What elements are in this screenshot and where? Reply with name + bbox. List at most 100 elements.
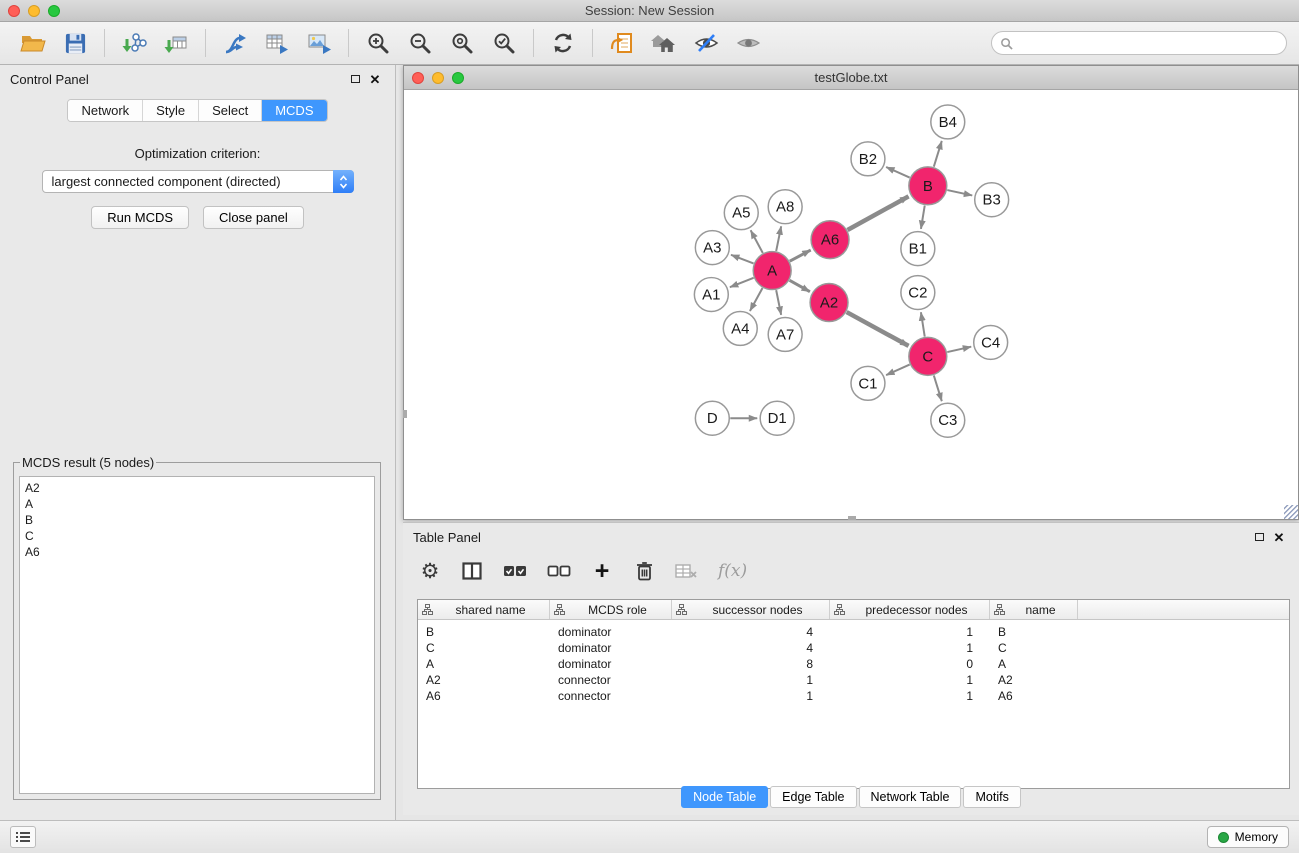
mcds-result-list[interactable]: A2ABCA6: [19, 476, 375, 794]
graph-node-A[interactable]: A: [753, 252, 791, 290]
graph-node-B1[interactable]: B1: [901, 232, 935, 266]
table-row[interactable]: Cdominator41C: [418, 640, 1289, 656]
table-row[interactable]: A6connector11A6: [418, 688, 1289, 704]
graph-edge-C-C2[interactable]: [921, 312, 925, 336]
new-network-button[interactable]: [216, 25, 254, 61]
resize-handle-left[interactable]: [403, 410, 407, 418]
close-panel-button[interactable]: ✕: [365, 70, 385, 88]
graph-node-C2[interactable]: C2: [901, 276, 935, 310]
open-documentation-button[interactable]: [603, 25, 641, 61]
graph-node-C3[interactable]: C3: [931, 403, 965, 437]
resize-handle-bottom[interactable]: [848, 516, 856, 520]
graph-node-B3[interactable]: B3: [975, 183, 1009, 217]
new-table-button[interactable]: [258, 25, 296, 61]
table-row[interactable]: Bdominator41B: [418, 624, 1289, 640]
graph-node-A1[interactable]: A1: [694, 278, 728, 312]
tab-style[interactable]: Style: [143, 100, 199, 121]
result-item[interactable]: B: [25, 512, 369, 528]
search-field[interactable]: [991, 31, 1287, 55]
graph-edge-A-A4[interactable]: [750, 288, 763, 311]
float-panel-button[interactable]: [345, 70, 365, 88]
deselect-all-columns-button[interactable]: [547, 565, 571, 578]
tab-network-table[interactable]: Network Table: [859, 786, 962, 808]
graph-node-A6[interactable]: A6: [811, 221, 849, 259]
graph-edge-B-B4[interactable]: [934, 141, 942, 167]
column-header-MCDS-role[interactable]: MCDS role: [550, 600, 672, 619]
zoom-fit-button[interactable]: [443, 25, 481, 61]
delete-row-button[interactable]: [633, 561, 655, 581]
graph-node-A8[interactable]: A8: [768, 190, 802, 224]
home-button[interactable]: [645, 25, 683, 61]
tab-mcds[interactable]: MCDS: [262, 100, 326, 121]
show-columns-button[interactable]: [461, 562, 483, 580]
column-header-predecessor-nodes[interactable]: predecessor nodes: [830, 600, 990, 619]
criterion-dropdown[interactable]: largest connected component (directed): [42, 170, 354, 193]
export-image-button[interactable]: [300, 25, 338, 61]
import-network-from-file-button[interactable]: [115, 25, 153, 61]
graph-edge-A-A1[interactable]: [730, 278, 754, 287]
network-graph[interactable]: B4B2BB3A8A5A6A3B1AC2A1A2A4A7C4CC1C3DD1: [404, 90, 1298, 519]
graph-node-C1[interactable]: C1: [851, 366, 885, 400]
graph-node-A7[interactable]: A7: [768, 317, 802, 351]
hide-graphics-details-button[interactable]: [729, 25, 767, 61]
graph-edge-B-B3[interactable]: [947, 190, 972, 195]
zoom-out-button[interactable]: [401, 25, 439, 61]
graph-edge-C-C3[interactable]: [934, 375, 942, 401]
result-item[interactable]: A6: [25, 544, 369, 560]
result-item[interactable]: A: [25, 496, 369, 512]
graph-edge-A-A6[interactable]: [790, 250, 811, 261]
tab-select[interactable]: Select: [199, 100, 262, 121]
graph-node-D[interactable]: D: [695, 401, 729, 435]
graph-node-C[interactable]: C: [909, 337, 947, 375]
table-row[interactable]: Adominator80A: [418, 656, 1289, 672]
column-header-name[interactable]: name: [990, 600, 1078, 619]
close-table-panel-button[interactable]: ✕: [1269, 528, 1289, 546]
table-options-button[interactable]: ⚙: [419, 561, 441, 582]
import-table-from-file-button[interactable]: [157, 25, 195, 61]
graph-node-A4[interactable]: A4: [723, 311, 757, 345]
graph-edge-A6-B[interactable]: [848, 196, 909, 230]
show-graphics-details-button[interactable]: [687, 25, 725, 61]
save-session-button[interactable]: [56, 25, 94, 61]
close-panel-action-button[interactable]: Close panel: [203, 206, 304, 229]
graph-edge-A-A7[interactable]: [776, 290, 781, 315]
graph-edge-A-A2[interactable]: [790, 280, 810, 291]
column-header-shared-name[interactable]: shared name: [418, 600, 550, 619]
zoom-in-button[interactable]: [359, 25, 397, 61]
apply-layout-button[interactable]: [544, 25, 582, 61]
tab-edge-table[interactable]: Edge Table: [770, 786, 856, 808]
graph-node-A3[interactable]: A3: [695, 231, 729, 265]
graph-node-A2[interactable]: A2: [810, 284, 848, 322]
open-session-button[interactable]: [14, 25, 52, 61]
run-mcds-button[interactable]: Run MCDS: [91, 206, 189, 229]
network-window-titlebar[interactable]: testGlobe.txt: [404, 66, 1298, 90]
graph-edge-A2-C[interactable]: [847, 312, 909, 346]
graph-edge-C-C4[interactable]: [947, 347, 971, 352]
graph-node-B[interactable]: B: [909, 167, 947, 205]
tab-node-table[interactable]: Node Table: [681, 786, 768, 808]
result-item[interactable]: C: [25, 528, 369, 544]
graph-edge-A-A5[interactable]: [751, 230, 763, 253]
column-header-successor-nodes[interactable]: successor nodes: [672, 600, 830, 619]
graph-node-D1[interactable]: D1: [760, 401, 794, 435]
float-table-panel-button[interactable]: [1249, 528, 1269, 546]
graph-edge-B-B2[interactable]: [886, 167, 910, 178]
graph-edge-A-A8[interactable]: [776, 226, 781, 251]
add-row-button[interactable]: +: [591, 559, 613, 584]
tab-network[interactable]: Network: [68, 100, 143, 121]
function-builder-button[interactable]: f(x): [718, 561, 747, 581]
tab-motifs[interactable]: Motifs: [963, 786, 1020, 808]
result-item[interactable]: A2: [25, 480, 369, 496]
resize-grip[interactable]: [1284, 505, 1298, 519]
graph-node-B4[interactable]: B4: [931, 105, 965, 139]
graph-edge-B-B1[interactable]: [921, 206, 925, 229]
graph-edge-C-C1[interactable]: [886, 365, 910, 376]
task-history-button[interactable]: [10, 826, 36, 848]
table-row[interactable]: A2connector11A2: [418, 672, 1289, 688]
graph-edge-A-A3[interactable]: [731, 255, 754, 264]
graph-node-C4[interactable]: C4: [974, 325, 1008, 359]
zoom-selected-button[interactable]: [485, 25, 523, 61]
memory-button[interactable]: Memory: [1207, 826, 1289, 848]
graph-node-B2[interactable]: B2: [851, 142, 885, 176]
select-all-columns-button[interactable]: [503, 565, 527, 578]
